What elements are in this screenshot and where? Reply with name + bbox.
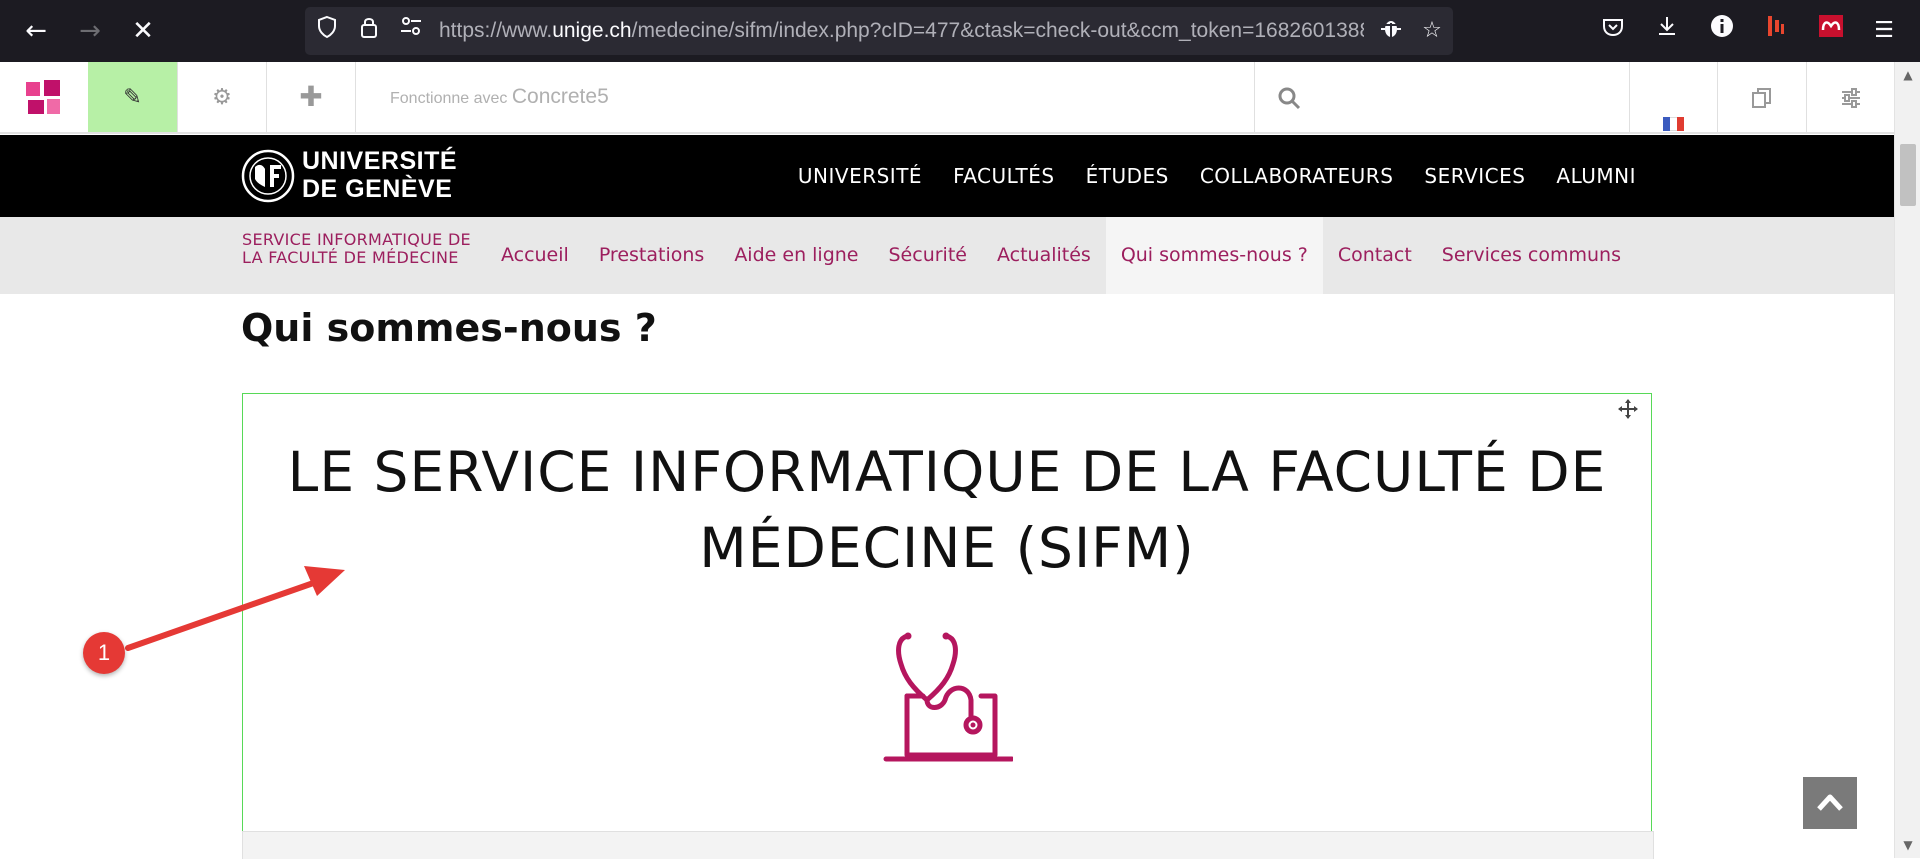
- dashboard-settings-button[interactable]: [1807, 62, 1894, 132]
- chevron-up-icon: [1817, 794, 1843, 811]
- permissions-icon[interactable]: [395, 15, 427, 47]
- service-title-line2: LA FACULTÉ DE MÉDECINE: [242, 248, 459, 267]
- university-name-line2: DE GENÈVE: [302, 175, 453, 203]
- university-name-line1: UNIVERSITÉ: [302, 147, 458, 175]
- mendeley-icon[interactable]: [1814, 14, 1848, 48]
- uni-nav-collaborateurs[interactable]: COLLABORATEURS: [1200, 164, 1394, 188]
- language-button[interactable]: [1629, 62, 1718, 132]
- back-icon[interactable]: ←: [18, 13, 54, 49]
- service-nav: Accueil Prestations Aide en ligne Sécuri…: [486, 217, 1636, 294]
- block-headline: LE SERVICE INFORMATIQUE DE LA FACULTÉ DE…: [243, 434, 1651, 586]
- url-host: unige.ch: [552, 19, 632, 42]
- cms-logo[interactable]: [0, 62, 89, 132]
- uni-nav-services[interactable]: SERVICES: [1424, 164, 1525, 188]
- page-scrollbar[interactable]: ▲ ▼: [1894, 62, 1920, 858]
- star-icon[interactable]: ☆: [1416, 15, 1448, 47]
- stop-icon[interactable]: ✕: [125, 13, 161, 49]
- lock-icon[interactable]: [353, 15, 385, 47]
- flag-icon: [1662, 89, 1684, 132]
- nav-accueil[interactable]: Accueil: [486, 217, 584, 294]
- headline-line1: LE SERVICE INFORMATIQUE DE LA FACULTÉ DE: [287, 440, 1607, 504]
- nav-securite[interactable]: Sécurité: [874, 217, 982, 294]
- cms-powered-by: Fonctionne avec Concrete5: [390, 62, 609, 134]
- university-seal-icon[interactable]: [241, 149, 295, 203]
- add-block-button[interactable]: ✚: [267, 62, 356, 132]
- forward-icon[interactable]: →: [72, 13, 108, 49]
- nav-services-communs[interactable]: Services communs: [1427, 217, 1636, 294]
- plus-icon: ✚: [299, 81, 323, 112]
- service-nav-bar: SERVICE INFORMATIQUE DE LA FACULTÉ DE MÉ…: [0, 217, 1894, 294]
- page-title: Qui sommes-nous ?: [241, 306, 657, 350]
- editable-content-block[interactable]: LE SERVICE INFORMATIQUE DE LA FACULTÉ DE…: [242, 393, 1652, 832]
- nav-contact[interactable]: Contact: [1323, 217, 1427, 294]
- download-icon[interactable]: [1650, 14, 1684, 48]
- scroll-up-arrow[interactable]: ▲: [1895, 68, 1920, 84]
- powered-text: Fonctionne avec: [390, 90, 508, 107]
- info-icon[interactable]: [1705, 14, 1739, 48]
- uni-nav-universite[interactable]: UNIVERSITÉ: [798, 164, 922, 188]
- back-to-top-button[interactable]: [1803, 777, 1857, 829]
- browser-toolbar: ← → ✕ https://www.unige.ch/medecine/sifm…: [0, 0, 1920, 62]
- gear-icon: ⚙: [212, 84, 232, 109]
- nav-aide-en-ligne[interactable]: Aide en ligne: [719, 217, 873, 294]
- nav-qui-sommes-nous[interactable]: Qui sommes-nous ?: [1105, 217, 1323, 294]
- pages-button[interactable]: [1718, 62, 1807, 132]
- scroll-thumb[interactable]: [1900, 144, 1916, 206]
- shield-icon[interactable]: [311, 15, 343, 47]
- nav-actualites[interactable]: Actualités: [982, 217, 1106, 294]
- university-header: UNIVERSITÉ DE GENÈVE UNIVERSITÉ FACULTÉS…: [0, 135, 1894, 217]
- scroll-down-arrow[interactable]: ▼: [1895, 838, 1920, 854]
- edit-mode-button[interactable]: ✎: [88, 62, 178, 132]
- pocket-icon[interactable]: [1596, 14, 1630, 48]
- page-settings-button[interactable]: ⚙: [178, 62, 267, 132]
- pencil-icon: ✎: [123, 84, 142, 109]
- url-path: /medecine/sifm/index.php?cID=477&ctask=c…: [631, 19, 1364, 42]
- stethoscope-laptop-icon: [883, 632, 1013, 762]
- annotation-badge: 1: [83, 632, 125, 674]
- university-nav: UNIVERSITÉ FACULTÉS ÉTUDES COLLABORATEUR…: [798, 135, 1636, 217]
- url-prefix: https://www.: [439, 19, 553, 42]
- headline-line2: MÉDECINE (SIFM): [699, 516, 1195, 580]
- next-content-block[interactable]: [242, 831, 1654, 859]
- service-title[interactable]: SERVICE INFORMATIQUE DE LA FACULTÉ DE MÉ…: [242, 231, 471, 267]
- uni-nav-alumni[interactable]: ALUMNI: [1556, 164, 1636, 188]
- uni-nav-etudes[interactable]: ÉTUDES: [1086, 164, 1169, 188]
- extension-icon[interactable]: [1759, 14, 1793, 48]
- cms-toolbar: ✎ ⚙ ✚ Fonctionne avec Concrete5: [0, 62, 1894, 134]
- search-icon: [1277, 62, 1301, 132]
- university-name[interactable]: UNIVERSITÉ DE GENÈVE: [302, 147, 457, 203]
- service-title-line1: SERVICE INFORMATIQUE DE: [242, 230, 471, 249]
- move-icon[interactable]: [1615, 398, 1641, 424]
- bug-icon[interactable]: [1375, 15, 1407, 47]
- nav-prestations[interactable]: Prestations: [584, 217, 720, 294]
- cms-search-input[interactable]: [1254, 62, 1630, 132]
- pages-icon: [1752, 88, 1771, 109]
- powered-brand[interactable]: Concrete5: [512, 85, 609, 108]
- menu-icon[interactable]: ☰: [1867, 14, 1901, 48]
- url-bar[interactable]: https://www.unige.ch/medecine/sifm/index…: [305, 7, 1453, 55]
- url-text[interactable]: https://www.unige.ch/medecine/sifm/index…: [439, 17, 1364, 45]
- settings-icon: [1841, 88, 1860, 109]
- uni-nav-facultes[interactable]: FACULTÉS: [953, 164, 1055, 188]
